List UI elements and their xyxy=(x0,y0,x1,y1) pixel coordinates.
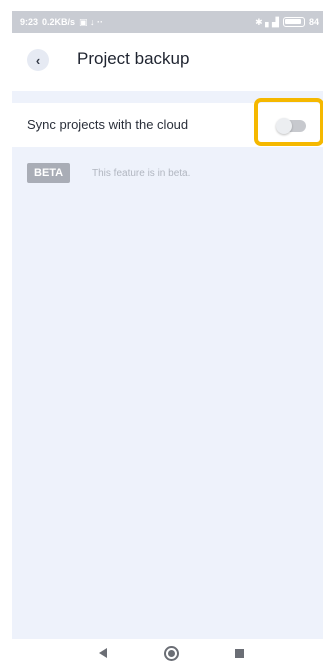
header: ‹ Project backup xyxy=(12,33,323,91)
back-button[interactable]: ‹ xyxy=(27,49,49,71)
status-notification-icons: ▣ ↓ ·· xyxy=(79,16,104,27)
app-screen: 9:23 0.2KB/s ▣ ↓ ·· ✱ ▖▟ 84 ‹ Project ba… xyxy=(12,11,323,639)
home-circle-icon[interactable] xyxy=(164,646,179,661)
toggle-knob xyxy=(276,118,292,134)
chevron-left-icon: ‹ xyxy=(35,52,41,68)
status-time: 9:23 xyxy=(20,17,39,27)
page-title: Project backup xyxy=(77,49,190,68)
beta-badge: BETA xyxy=(27,163,71,183)
battery-level: 84 xyxy=(308,17,319,27)
sync-setting-row[interactable]: Sync projects with the cloud xyxy=(12,98,323,147)
recents-square-icon[interactable] xyxy=(235,649,244,658)
sync-setting-label: Sync projects with the cloud xyxy=(27,117,189,132)
status-network-speed: 0.2KB/s xyxy=(42,17,76,27)
system-nav-bar xyxy=(0,639,323,667)
sync-toggle[interactable] xyxy=(276,118,306,134)
status-bar: 9:23 0.2KB/s ▣ ↓ ·· ✱ ▖▟ 84 xyxy=(12,11,323,33)
status-signal-icons: ✱ ▖▟ xyxy=(255,16,279,27)
back-triangle-icon[interactable] xyxy=(99,648,107,658)
beta-note: This feature is in beta. xyxy=(92,168,191,179)
battery-icon xyxy=(282,17,305,27)
